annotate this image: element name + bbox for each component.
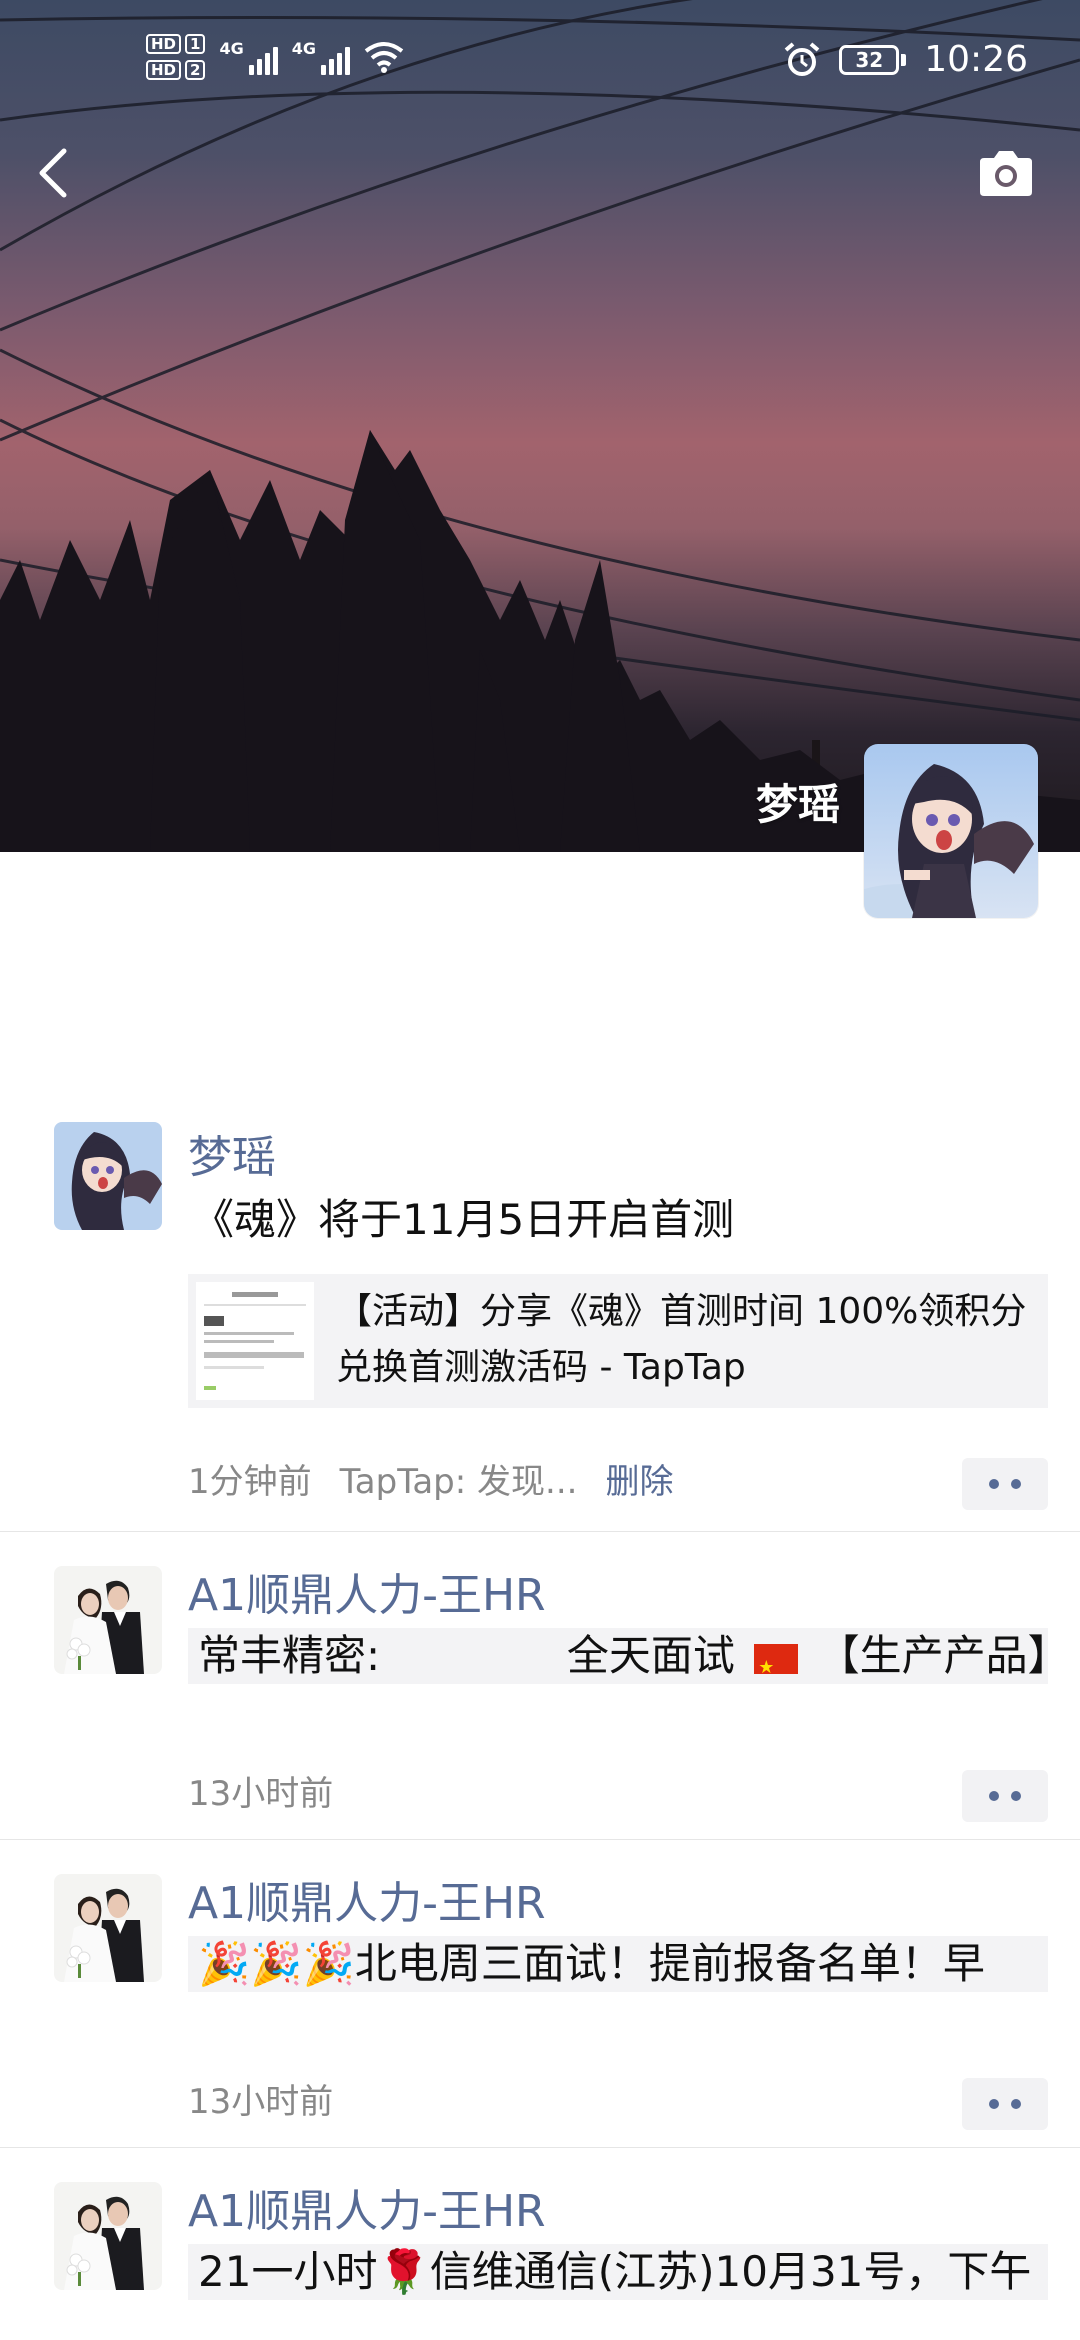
post-time: 1分钟前: [188, 1462, 312, 1502]
post-author[interactable]: A1顺鼎人力-王HR: [188, 1876, 546, 1932]
sim-2-badge: 2: [185, 60, 206, 80]
post-avatar[interactable]: [54, 1122, 162, 1230]
cover-photo[interactable]: HD 1 HD 2 4G 4G 32 10:26 梦瑶: [0, 0, 1080, 852]
post-text: 🎉🎉🎉北电周三面试！提前报备名单！早: [188, 1936, 1048, 1992]
post-text: 21一小时🌹信维通信(江苏)10月31号，下午: [188, 2244, 1048, 2300]
dot-icon: [989, 1791, 999, 1801]
post-avatar[interactable]: [54, 1874, 162, 1982]
moments-page: HD 1 HD 2 4G 4G 32 10:26 梦瑶 梦瑶 《魂》将于11月5…: [0, 0, 1080, 2340]
post-author[interactable]: A1顺鼎人力-王HR: [188, 2184, 546, 2240]
dot-icon: [1011, 1479, 1021, 1489]
post-text: 常丰精密: 全天面试 【生产产品】: [188, 1628, 1048, 1684]
post-author[interactable]: A1顺鼎人力-王HR: [188, 1568, 546, 1624]
network-type-1: 4G: [219, 39, 244, 58]
signal-icon-sim1: 4G: [219, 39, 278, 75]
link-title: 【活动】分享《魂》首测时间 100%领积分兑换首测激活码 - TapTap: [336, 1291, 1027, 1388]
china-flag-icon: [754, 1640, 799, 1684]
battery-level: 32: [839, 45, 900, 75]
profile-name[interactable]: 梦瑶: [756, 780, 840, 830]
more-options-button[interactable]: [962, 1458, 1048, 1510]
link-thumbnail: [196, 1282, 314, 1400]
wedding-photo-avatar: [54, 1874, 162, 1982]
post-time: 13小时前: [188, 2082, 334, 2122]
battery-icon: 32: [839, 45, 907, 75]
status-right: 32 10:26: [783, 40, 1028, 80]
post-avatar[interactable]: [54, 2182, 162, 2290]
camera-icon[interactable]: [976, 148, 1036, 198]
moments-feed: 梦瑶 《魂》将于11月5日开启首测 【活动】分享《魂》首测时间 100%领积分兑…: [0, 1108, 1080, 2340]
hd-badge-2: HD: [146, 60, 182, 80]
anime-avatar-image: [54, 1122, 162, 1230]
post-text-part: 北电周三面试！提前报备名单！早: [354, 1939, 985, 1988]
moment-post: 梦瑶 《魂》将于11月5日开启首测 【活动】分享《魂》首测时间 100%领积分兑…: [0, 1108, 1080, 1532]
post-author[interactable]: 梦瑶: [188, 1130, 276, 1186]
post-text-part: 常丰精密:: [198, 1631, 381, 1680]
moment-post: A1顺鼎人力-王HR 🎉🎉🎉北电周三面试！提前报备名单！早 13小时前: [0, 1840, 1080, 2148]
post-text-part: 全天面试: [566, 1631, 735, 1680]
post-text-part: 信维通信(江苏)10月31号，下午: [429, 2247, 1032, 2296]
dot-icon: [989, 2099, 999, 2109]
dot-icon: [989, 1479, 999, 1489]
post-time: 13小时前: [188, 1774, 334, 1814]
signal-icon-sim2: 4G: [292, 39, 350, 75]
wedding-photo-avatar: [54, 1566, 162, 1674]
hd-badge-1: HD: [146, 34, 182, 54]
party-popper-icon: 🎉🎉🎉: [198, 1939, 355, 1988]
post-meta: 1分钟前 TapTap: 发现... 删除: [188, 1460, 673, 1504]
network-type-2: 4G: [291, 39, 316, 58]
back-icon[interactable]: [30, 145, 74, 201]
wifi-icon: [364, 42, 404, 73]
delete-link[interactable]: 删除: [605, 1460, 673, 1504]
wedding-photo-avatar: [54, 2182, 162, 2290]
post-text: 《魂》将于11月5日开启首测: [192, 1195, 735, 1244]
dot-icon: [1011, 2099, 1021, 2109]
post-meta: 13小时前: [188, 2080, 333, 2124]
dot-icon: [1011, 1791, 1021, 1801]
more-options-button[interactable]: [962, 2078, 1048, 2130]
rose-icon: 🌹: [377, 2247, 430, 2296]
status-left: HD 1 HD 2 4G 4G: [146, 34, 404, 80]
sim-1-badge: 1: [185, 34, 206, 54]
profile-avatar[interactable]: [864, 744, 1038, 918]
hd-indicators: HD 1 HD 2: [146, 34, 206, 80]
alarm-icon: [784, 42, 820, 76]
post-text-part: 21一小时: [198, 2247, 378, 2296]
post-avatar[interactable]: [54, 1566, 162, 1674]
moment-post: A1顺鼎人力-王HR 21一小时🌹信维通信(江苏)10月31号，下午: [0, 2148, 1080, 2340]
status-bar: HD 1 HD 2 4G 4G 32 10:26: [0, 0, 1080, 130]
more-options-button[interactable]: [962, 1770, 1048, 1822]
post-meta: 13小时前: [188, 1772, 333, 1816]
shared-link-card[interactable]: 【活动】分享《魂》首测时间 100%领积分兑换首测激活码 - TapTap: [188, 1274, 1048, 1408]
post-source[interactable]: TapTap: 发现...: [340, 1460, 578, 1504]
status-time: 10:26: [924, 39, 1028, 80]
post-text-part: 【生产产品】: [817, 1631, 1048, 1680]
moment-post: A1顺鼎人力-王HR 常丰精密: 全天面试 【生产产品】 13小时前: [0, 1532, 1080, 1840]
anime-avatar-image: [864, 764, 1034, 918]
